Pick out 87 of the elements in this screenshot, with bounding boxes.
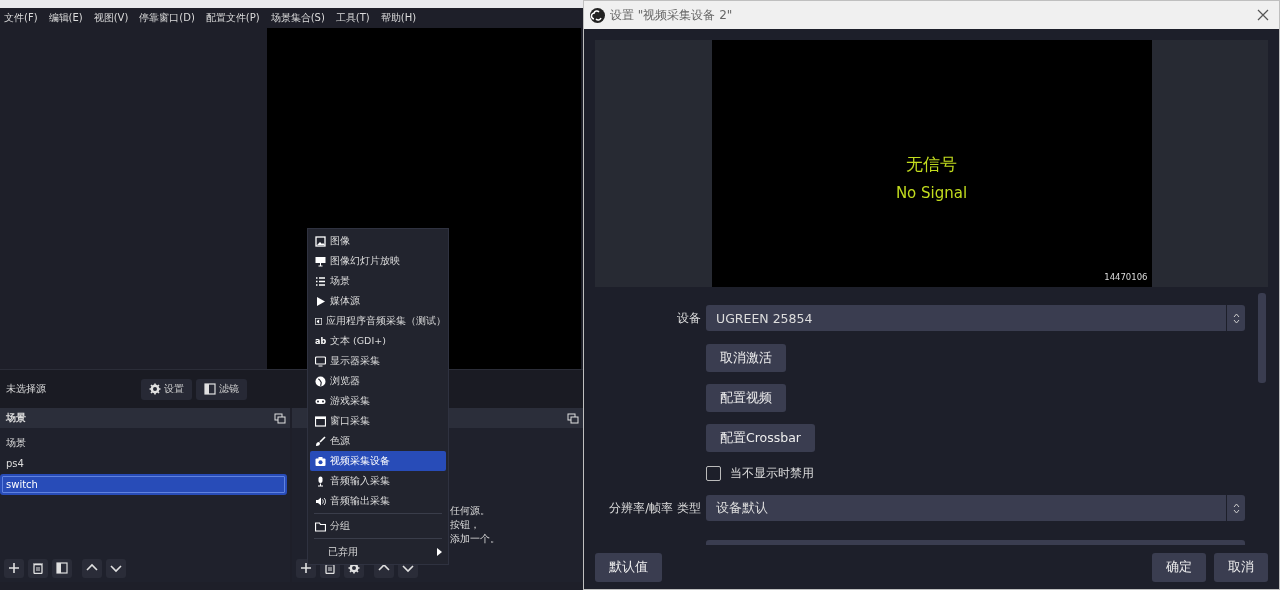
defaults-button[interactable]: 默认值 — [595, 552, 662, 582]
menu-item[interactable]: 显示器采集 — [310, 351, 446, 371]
undock-icon — [274, 412, 286, 424]
dropdown[interactable]: UGREEN 25854 — [706, 305, 1245, 331]
image-icon — [315, 235, 326, 247]
dialog-title: 设置 "视频采集设备 2" — [610, 6, 734, 24]
checkbox-label: 当不显示时禁用 — [730, 464, 814, 482]
menu-item[interactable]: 游戏采集 — [310, 391, 446, 411]
filter-icon — [56, 562, 68, 574]
plus-icon — [8, 562, 20, 574]
filters-button[interactable]: 滤镜 — [196, 378, 247, 400]
microphone-icon — [315, 475, 326, 487]
submenu-arrow-icon — [437, 548, 442, 556]
field-label: 设备 — [676, 309, 702, 327]
list-icon — [315, 275, 326, 287]
ok-button[interactable]: 确定 — [1152, 552, 1206, 582]
panel-title: 场景 — [6, 411, 26, 426]
spinner-arrows-icon — [1232, 312, 1240, 324]
close-icon[interactable] — [1257, 9, 1269, 21]
menu-item[interactable]: 图像幻灯片放映 — [310, 251, 446, 271]
source-status: 未选择源 — [5, 382, 47, 397]
no-signal-text: No Signal — [895, 184, 968, 202]
chevron-down-icon — [110, 562, 122, 574]
hint-text: 任何源。 — [450, 504, 491, 518]
brush-icon — [315, 435, 326, 447]
menu-item[interactable]: 音频输入采集 — [310, 471, 446, 491]
monitor-icon — [315, 355, 326, 367]
chevron-down-button[interactable] — [106, 558, 126, 578]
plus-button[interactable] — [4, 558, 24, 578]
menu-item[interactable]: 分组 — [310, 516, 446, 536]
menu-item[interactable]: 编辑(E) — [48, 10, 83, 25]
trash-icon — [324, 562, 336, 574]
field-label: 分辨率/帧率 类型 — [608, 499, 702, 517]
plus-icon — [300, 562, 312, 574]
folder-icon — [315, 520, 326, 532]
scrollbar-thumb[interactable] — [1258, 293, 1266, 383]
chevron-up-button[interactable] — [82, 558, 102, 578]
menu-item[interactable]: 文件(F) — [4, 10, 38, 25]
text-icon: ab — [315, 336, 326, 346]
menu-item[interactable]: 配置文件(P) — [205, 10, 260, 25]
play-icon — [315, 295, 326, 307]
chevron-down-icon — [402, 562, 414, 574]
menu-item[interactable]: 媒体源 — [310, 291, 446, 311]
globe-icon — [315, 375, 326, 387]
menu-item[interactable]: 帮助(H) — [380, 10, 417, 25]
device-code: 14470106 — [1104, 272, 1148, 282]
menu-item[interactable]: 场景 — [310, 271, 446, 291]
menu-item[interactable]: 音频输出采集 — [310, 491, 446, 511]
menu-item[interactable]: 视频采集设备 — [310, 451, 446, 471]
trash-button[interactable] — [28, 558, 48, 578]
dropdown[interactable]: 设备默认 — [706, 495, 1245, 521]
scene-item[interactable]: 场景 — [0, 432, 287, 454]
menu-item[interactable]: ab 文本 (GDI+) — [310, 331, 446, 351]
action-button[interactable]: 取消激活 — [706, 344, 786, 372]
action-button[interactable]: 配置视频 — [706, 384, 786, 412]
settings-icon — [348, 562, 360, 574]
scene-item[interactable]: ps4 — [0, 453, 287, 475]
window-icon — [315, 415, 326, 427]
undock-icon — [567, 412, 579, 424]
submenu-item[interactable]: 已弃用 — [310, 542, 446, 562]
hint-text: 添加一个。 — [450, 532, 501, 546]
menu-item[interactable]: 图像 — [310, 231, 446, 251]
no-signal-text: 无信号 — [906, 153, 957, 176]
menu-item[interactable]: 视图(V) — [93, 10, 129, 25]
cancel-button[interactable]: 取消 — [1214, 552, 1268, 582]
hint-text: 按钮， — [450, 518, 481, 532]
menu-item[interactable]: 窗口采集 — [310, 411, 446, 431]
menu-item[interactable]: 应用程序音频采集（测试） — [310, 311, 446, 331]
action-button[interactable]: 配置Crossbar — [706, 424, 815, 452]
scene-item[interactable]: switch — [0, 474, 287, 496]
spinner-arrows-icon — [1232, 502, 1240, 514]
app-logo-icon — [590, 7, 605, 23]
menu-item[interactable]: 浏览器 — [310, 371, 446, 391]
menu-item[interactable]: 工具(T) — [335, 10, 370, 25]
menu-item[interactable]: 停靠窗口(D) — [139, 10, 195, 25]
properties-button[interactable]: 设置 — [141, 378, 192, 400]
trash-icon — [32, 562, 44, 574]
filter-icon — [204, 383, 216, 396]
slideshow-icon — [315, 255, 326, 267]
speaker-window-icon — [315, 315, 322, 327]
menu-item[interactable]: 场景集合(S) — [270, 10, 325, 25]
camera-icon — [315, 455, 326, 467]
speaker-icon — [315, 495, 326, 507]
settings-icon — [149, 383, 161, 396]
checkbox[interactable] — [706, 465, 721, 481]
menu-item[interactable]: 色源 — [310, 431, 446, 451]
filter-button[interactable] — [52, 558, 72, 578]
